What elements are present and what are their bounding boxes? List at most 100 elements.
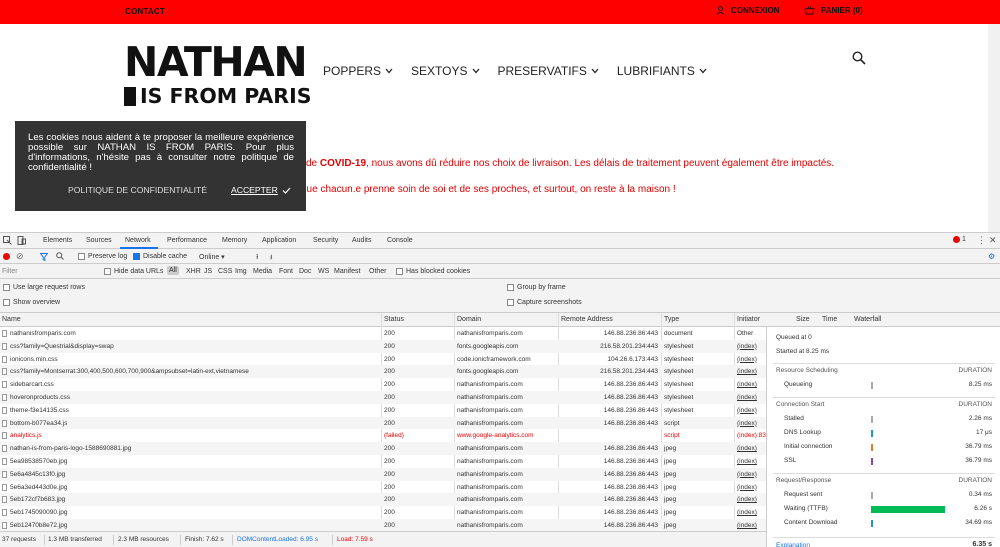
privacy-policy-link[interactable]: POLITIQUE DE CONFIDENTIALITÉ bbox=[68, 185, 207, 195]
search-icon[interactable] bbox=[56, 252, 64, 260]
cell-initiator[interactable]: (index) bbox=[737, 471, 757, 478]
login-link[interactable]: CONNEXION bbox=[716, 6, 779, 15]
table-row[interactable]: ionicons.min.css 200 code.ionicframework.c… bbox=[0, 353, 766, 366]
col-waterfall[interactable]: Waterfall bbox=[854, 316, 881, 323]
table-row[interactable]: css?family=Montserrat:300,400,500,600,70… bbox=[0, 365, 766, 379]
type-filter-xhr[interactable]: XHR bbox=[186, 268, 201, 275]
tab-memory[interactable]: Memory bbox=[222, 237, 247, 244]
type-filter-media[interactable]: Media bbox=[253, 268, 272, 275]
col-status[interactable]: Status bbox=[384, 316, 404, 323]
covid-notice-line-2: que chacun.e prenne soin de soi et de se… bbox=[301, 184, 676, 195]
more-menu-icon[interactable]: ⋮ bbox=[977, 235, 986, 246]
tab-performance[interactable]: Performance bbox=[167, 237, 207, 244]
type-filter-manifest[interactable]: Manifest bbox=[334, 268, 360, 275]
cart-link[interactable]: PANIER (0) bbox=[804, 6, 863, 15]
table-row[interactable]: sidebarcart.css 200 nathanisfromparis.com 1… bbox=[0, 378, 766, 391]
clear-icon[interactable]: ⊘ bbox=[16, 251, 24, 262]
blocked-cookies-checkbox[interactable]: Has blocked cookies bbox=[396, 268, 470, 275]
table-row[interactable]: hoveronproducts.css 200 nathanisfromparis.… bbox=[0, 391, 766, 404]
table-row[interactable]: theme-f3e14135.css 200 nathanisfromparis.c… bbox=[0, 404, 766, 417]
cell-name: ionicons.min.css bbox=[10, 355, 58, 363]
cell-initiator[interactable]: (index) bbox=[737, 394, 757, 401]
tab-console[interactable]: Console bbox=[387, 237, 413, 244]
table-row[interactable]: 5eb172cf7b683.jpg 200 nathanisfromparis.co… bbox=[0, 493, 766, 507]
cell-initiator[interactable]: (index):83 bbox=[737, 432, 766, 439]
col-size[interactable]: Size bbox=[796, 316, 810, 323]
cell-initiator[interactable]: (index) bbox=[737, 356, 757, 363]
type-filter-font[interactable]: Font bbox=[279, 268, 293, 275]
explanation-link[interactable]: Explanation bbox=[776, 542, 810, 547]
table-row[interactable]: 5eb12470b8e72.jpg 200 nathanisfromparis.co… bbox=[0, 519, 766, 532]
nav-label: PRESERVATIFS bbox=[497, 64, 587, 78]
filter-icon[interactable] bbox=[40, 253, 48, 261]
nav-item-sextoys[interactable]: SEXTOYS bbox=[411, 64, 479, 78]
col-domain[interactable]: Domain bbox=[457, 316, 481, 323]
cell-initiator[interactable]: (index) bbox=[737, 343, 757, 350]
cell-initiator[interactable]: (index) bbox=[737, 496, 757, 503]
tab-application[interactable]: Application bbox=[262, 237, 296, 244]
cell-initiator[interactable]: (index) bbox=[737, 368, 757, 375]
close-icon[interactable]: ✕ bbox=[989, 235, 997, 246]
export-har-icon[interactable]: ⭳ bbox=[270, 253, 272, 264]
group-by-frame-checkbox[interactable]: Group by frame bbox=[507, 284, 566, 291]
page-scrollbar[interactable] bbox=[988, 24, 1000, 232]
type-filter-css[interactable]: CSS bbox=[218, 268, 232, 275]
site-logo[interactable]: NATHAN IS FROM PARIS bbox=[124, 42, 314, 110]
col-type[interactable]: Type bbox=[664, 316, 679, 323]
tab-network[interactable]: Network bbox=[125, 237, 151, 244]
type-filter-ws[interactable]: WS bbox=[318, 268, 329, 275]
cell-domain: nathanisfromparis.com bbox=[457, 496, 523, 504]
cell-initiator[interactable]: (index) bbox=[737, 381, 757, 388]
col-name[interactable]: Name bbox=[2, 316, 21, 323]
search-icon[interactable] bbox=[852, 51, 866, 65]
cell-initiator[interactable]: (index) bbox=[737, 484, 757, 491]
hide-data-urls-checkbox[interactable]: Hide data URLs bbox=[104, 268, 163, 275]
cell-initiator[interactable]: (index) bbox=[737, 407, 757, 414]
cell-initiator[interactable]: (index) bbox=[737, 458, 757, 465]
col-time[interactable]: Time bbox=[822, 316, 837, 323]
table-row[interactable]: 5eb1745090090.jpg 200 nathanisfromparis.co… bbox=[0, 506, 766, 519]
type-filter-img[interactable]: Img bbox=[235, 268, 247, 275]
table-row[interactable]: css?family=Questrial&display=swap 200 font… bbox=[0, 339, 766, 353]
cell-initiator[interactable]: Other bbox=[737, 330, 753, 337]
cell-initiator[interactable]: (index) bbox=[737, 445, 757, 452]
type-filter-js[interactable]: JS bbox=[204, 268, 212, 275]
table-row[interactable]: bottom-b077ea34.js 200 nathanisfromparis.c… bbox=[0, 416, 766, 430]
nav-item-preservatifs[interactable]: PRESERVATIFS bbox=[498, 64, 599, 78]
table-row[interactable]: 5e6a4845c13f0.jpg 200 nathanisfromparis.co… bbox=[0, 467, 766, 481]
cell-initiator[interactable]: (index) bbox=[737, 509, 757, 516]
tab-elements[interactable]: Elements bbox=[43, 237, 72, 244]
gear-icon[interactable]: ⚙ bbox=[988, 252, 995, 261]
disable-cache-checkbox[interactable]: Disable cache bbox=[133, 253, 187, 260]
nav-item-poppers[interactable]: POPPERS bbox=[323, 64, 393, 78]
preserve-log-checkbox[interactable]: Preserve log bbox=[78, 253, 127, 260]
type-filter-doc[interactable]: Doc bbox=[299, 268, 311, 275]
tab-sources[interactable]: Sources bbox=[86, 237, 112, 244]
throttle-select[interactable]: Online ▾ bbox=[199, 253, 225, 261]
cell-initiator[interactable]: (index) bbox=[737, 420, 757, 427]
error-counter[interactable]: 1 bbox=[953, 236, 966, 243]
tab-security[interactable]: Security bbox=[313, 237, 338, 244]
type-filter-all[interactable]: All bbox=[167, 266, 179, 275]
filter-input[interactable]: Filter bbox=[2, 268, 18, 275]
col-remote-address[interactable]: Remote Address bbox=[561, 316, 613, 323]
large-rows-checkbox[interactable]: Use large request rows bbox=[3, 284, 85, 291]
contact-link[interactable]: CONTACT bbox=[125, 7, 165, 16]
tab-audits[interactable]: Audits bbox=[352, 237, 371, 244]
device-toolbar-icon[interactable] bbox=[17, 236, 26, 245]
table-row[interactable]: analytics.js (failed) www.google-analytics… bbox=[0, 429, 766, 442]
record-icon[interactable] bbox=[3, 253, 10, 260]
table-row[interactable]: 5e6a3ed443d0e.jpg 200 nathanisfromparis.co… bbox=[0, 481, 766, 494]
show-overview-checkbox[interactable]: Show overview bbox=[3, 299, 60, 306]
accept-cookies-button[interactable]: ACCEPTER bbox=[231, 185, 291, 195]
import-har-icon[interactable]: ⭱ bbox=[256, 253, 258, 264]
inspect-icon[interactable] bbox=[3, 236, 12, 245]
type-filter-other[interactable]: Other bbox=[369, 268, 387, 275]
table-row[interactable]: nathanisfromparis.com 200 nathanisfrompari… bbox=[0, 327, 766, 340]
nav-item-lubrifiants[interactable]: LUBRIFIANTS bbox=[617, 64, 707, 78]
cell-initiator[interactable]: (index) bbox=[737, 522, 757, 529]
capture-screenshots-checkbox[interactable]: Capture screenshots bbox=[507, 299, 582, 306]
table-row[interactable]: 5ea98538570eb.jpg 200 nathanisfromparis.co… bbox=[0, 455, 766, 468]
table-row[interactable]: nathan-is-from-paris-logo-1588690881.jpg… bbox=[0, 442, 766, 455]
col-initiator[interactable]: Initiator bbox=[737, 316, 760, 323]
